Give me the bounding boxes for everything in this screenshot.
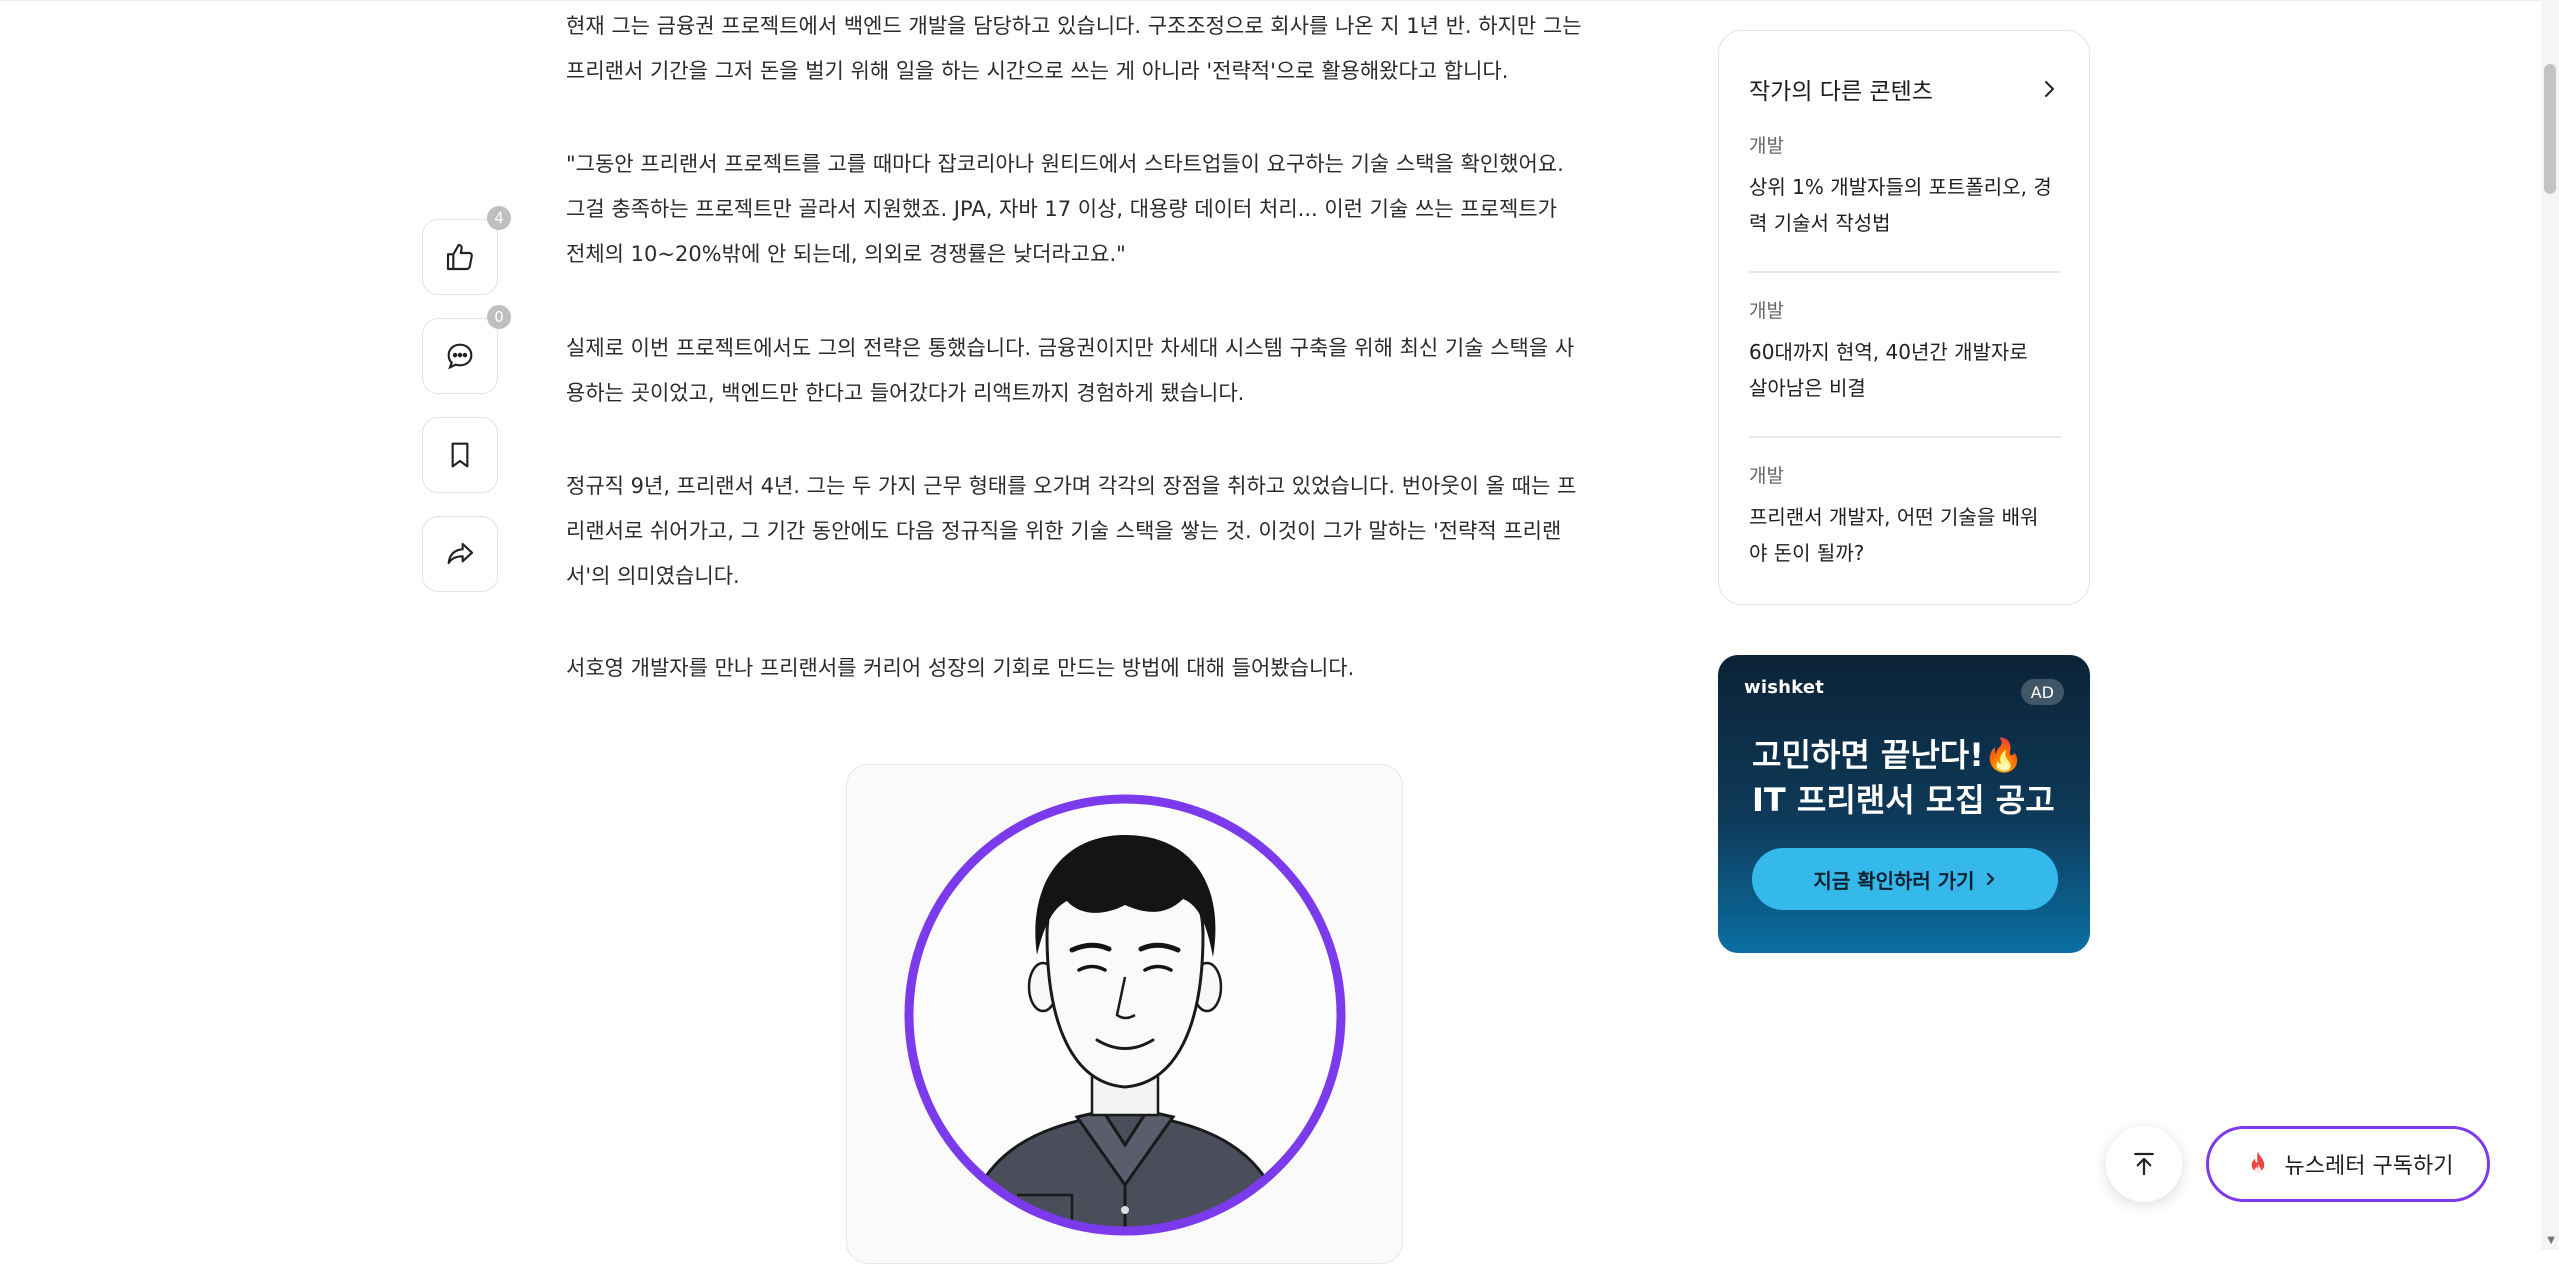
divider [1749, 271, 2061, 273]
related-article-title-line: 프리랜서 개발자, 어떤 기술을 배워 [1749, 505, 2039, 529]
ad-cta-label: 지금 확인하러 가기 [1813, 868, 1975, 893]
paragraph-line: 서'의 의미였습니다. [566, 564, 740, 588]
author-other-content-title: 작가의 다른 콘텐츠 [1749, 79, 1933, 105]
related-article-title-line: 살아남은 비결 [1749, 376, 1866, 400]
like-button[interactable]: 4 [422, 206, 511, 295]
ad-cta-button[interactable]: 지금 확인하러 가기 [1752, 848, 2058, 910]
interviewee-portrait-figure [846, 764, 1403, 1264]
divider [1749, 436, 2061, 438]
ad-headline-line: IT 프리랜서 모집 공고 [1752, 781, 2055, 819]
paragraph-line: 현재 그는 금융권 프로젝트에서 백엔드 개발을 담당하고 있습니다. 구조조정… [566, 14, 1582, 38]
scroll-to-top-button[interactable] [2106, 1126, 2182, 1202]
related-article-title-line: 상위 1% 개발자들의 포트폴리오, 경 [1749, 175, 2052, 199]
paragraph-line: 그걸 충족하는 프로젝트만 골라서 지원했죠. JPA, 자바 17 이상, 대… [566, 197, 1557, 221]
scroll-down-arrow-icon[interactable]: ▼ [2547, 1235, 2555, 1246]
newsletter-subscribe-button[interactable]: 뉴스레터 구독하기 [2206, 1126, 2490, 1202]
article-paragraph: "그동안 프리랜서 프로젝트를 고를 때마다 잡코리아나 원티드에서 스타트업들… [566, 142, 1681, 277]
comment-button[interactable]: 0 [422, 305, 511, 394]
comment-icon [447, 343, 473, 370]
related-article-title-line: 력 기술서 작성법 [1749, 211, 1891, 235]
related-article-item[interactable]: 개발 60대까지 현역, 40년간 개발자로 살아남은 비결 [1749, 298, 2061, 406]
scrollbar-thumb[interactable] [2544, 64, 2556, 194]
share-icon [447, 542, 474, 564]
share-button[interactable] [422, 516, 498, 592]
related-article-title: 60대까지 현역, 40년간 개발자로 살아남은 비결 [1749, 334, 2061, 406]
related-article-category: 개발 [1749, 135, 1784, 157]
related-article-category: 개발 [1749, 465, 1784, 487]
comment-count-badge: 0 [487, 305, 511, 329]
ad-headline: 고민하면 끝난다!🔥 IT 프리랜서 모집 공고 [1752, 733, 2055, 823]
related-article-item[interactable]: 개발 프리랜서 개발자, 어떤 기술을 배워 야 돈이 될까? [1749, 463, 2061, 571]
thumbs-up-icon [446, 243, 473, 271]
chevron-right-icon [1986, 872, 1994, 886]
related-article-title: 프리랜서 개발자, 어떤 기술을 배워 야 돈이 될까? [1749, 499, 2061, 571]
article-paragraph: 실제로 이번 프로젝트에서도 그의 전략은 통했습니다. 금융권이지만 차세대 … [566, 326, 1681, 416]
newsletter-label: 뉴스레터 구독하기 [2284, 1154, 2454, 1179]
ad-brand-logo: wishket [1744, 677, 1825, 698]
paragraph-line: 리랜서로 쉬어가고, 그 기간 동안에도 다음 정규직을 위한 기술 스택을 쌓… [566, 519, 1562, 543]
fire-icon [2251, 1151, 2264, 1174]
article-paragraph: 현재 그는 금융권 프로젝트에서 백엔드 개발을 담당하고 있습니다. 구조조정… [566, 4, 1681, 94]
ad-headline-line: 고민하면 끝난다!🔥 [1752, 736, 2024, 774]
author-other-content-header[interactable]: 작가의 다른 콘텐츠 [1749, 69, 2059, 109]
related-article-item[interactable]: 개발 상위 1% 개발자들의 포트폴리오, 경 력 기술서 작성법 [1749, 133, 2061, 241]
arrow-up-to-top-icon [2134, 1152, 2154, 1176]
bookmark-icon [451, 442, 469, 468]
paragraph-line: 실제로 이번 프로젝트에서도 그의 전략은 통했습니다. 금융권이지만 차세대 … [566, 336, 1575, 360]
wishket-ad-banner[interactable]: wishket AD 고민하면 끝난다!🔥 IT 프리랜서 모집 공고 지금 확… [1718, 655, 2090, 953]
paragraph-line: "그동안 프리랜서 프로젝트를 고를 때마다 잡코리아나 원티드에서 스타트업들… [566, 152, 1564, 176]
portrait-illustration [904, 794, 1346, 1236]
page-scrollbar[interactable]: ▼ [2541, 0, 2559, 1250]
top-divider [0, 0, 2559, 1]
related-article-title: 상위 1% 개발자들의 포트폴리오, 경 력 기술서 작성법 [1749, 169, 2061, 241]
like-count-badge: 4 [487, 206, 511, 230]
paragraph-line: 전체의 10~20%밖에 안 되는데, 의외로 경쟁률은 낮더라고요." [566, 242, 1126, 266]
ad-badge: AD [2020, 679, 2064, 705]
paragraph-line: 서호영 개발자를 만나 프리랜서를 커리어 성장의 기회로 만드는 방법에 대해… [566, 656, 1355, 680]
author-other-content-card: 작가의 다른 콘텐츠 개발 상위 1% 개발자들의 포트폴리오, 경 력 기술서… [1718, 30, 2090, 605]
related-article-title-line: 60대까지 현역, 40년간 개발자로 [1749, 340, 2028, 364]
related-article-category: 개발 [1749, 300, 1784, 322]
paragraph-line: 용하는 곳이었고, 백엔드만 한다고 들어갔다가 리액트까지 경험하게 됐습니다… [566, 381, 1245, 405]
paragraph-line: 정규직 9년, 프리랜서 4년. 그는 두 가지 근무 형태를 오가며 각각의 … [566, 474, 1577, 498]
article-paragraph: 서호영 개발자를 만나 프리랜서를 커리어 성장의 기회로 만드는 방법에 대해… [566, 646, 1681, 691]
bookmark-button[interactable] [422, 417, 498, 493]
chevron-right-icon [2045, 81, 2054, 97]
paragraph-line: 프리랜서 기간을 그저 돈을 벌기 위해 일을 하는 시간으로 쓰는 게 아니라… [566, 59, 1509, 83]
related-article-title-line: 야 돈이 될까? [1749, 541, 1865, 565]
article-paragraph: 정규직 9년, 프리랜서 4년. 그는 두 가지 근무 형태를 오가며 각각의 … [566, 464, 1681, 599]
